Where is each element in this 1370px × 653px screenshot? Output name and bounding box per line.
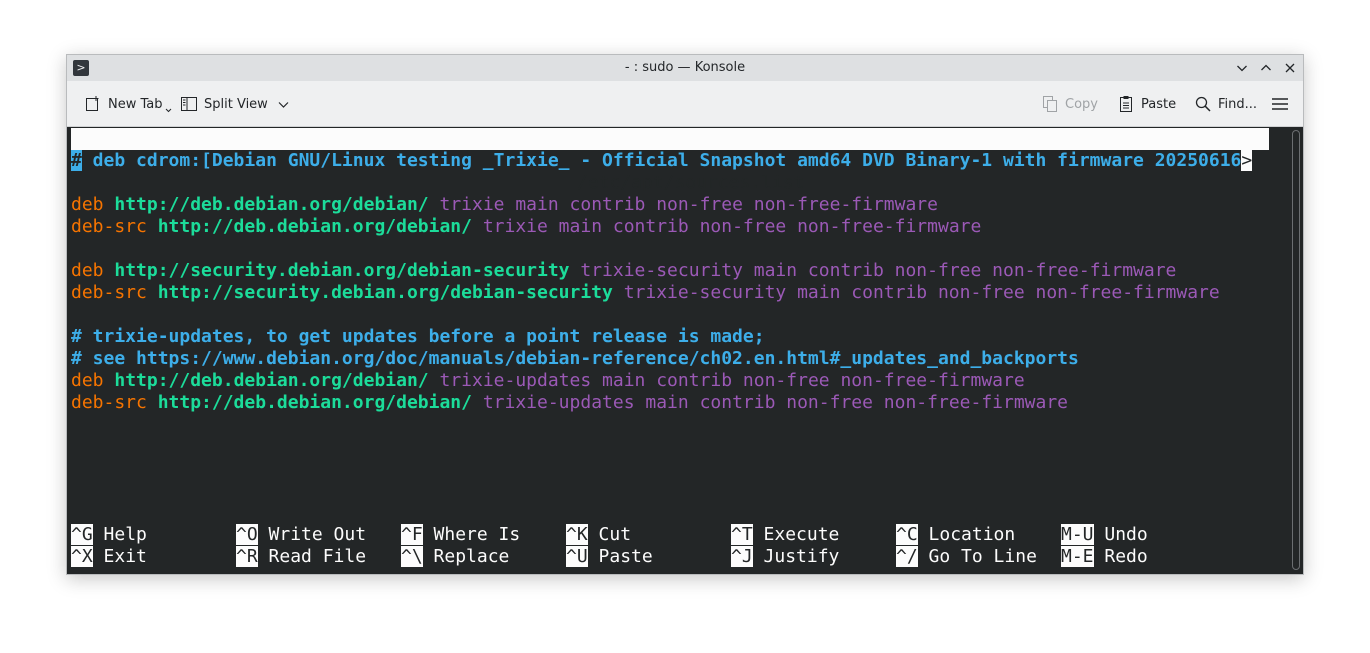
shortcut-location[interactable]: ^C Location	[896, 524, 1015, 546]
text-cursor: #	[71, 150, 82, 171]
source-line-3: deb http://deb.debian.org/debian/ trixie…	[71, 194, 938, 215]
split-view-label: Split View	[204, 96, 268, 112]
new-tab-button[interactable]: New Tab	[84, 81, 172, 127]
paste-button[interactable]: Paste	[1117, 81, 1176, 127]
search-icon	[1195, 96, 1211, 112]
source-line-7: deb-src http://security.debian.org/debia…	[71, 282, 1220, 303]
split-view-icon	[181, 97, 197, 111]
comment-line-10: # see https://www.debian.org/doc/manuals…	[71, 348, 1079, 369]
main-menu-button[interactable]	[1271, 81, 1295, 127]
konsole-window: > - : sudo — Konsole New Tab Split View …	[66, 54, 1304, 575]
copy-button[interactable]: Copy	[1041, 81, 1098, 127]
chevron-down-icon	[1237, 65, 1247, 72]
find-button[interactable]: Find...	[1194, 81, 1257, 127]
shortcut-read-file[interactable]: ^R Read File	[236, 546, 366, 568]
source-line-6: deb http://security.debian.org/debian-se…	[71, 260, 1177, 281]
shortcut-replace[interactable]: ^\ Replace	[401, 546, 509, 568]
find-label: Find...	[1218, 96, 1258, 112]
nano-header: GNU nano 8.4 /etc/apt/sources.list	[71, 128, 1269, 193]
copy-icon	[1043, 96, 1057, 112]
terminal-area[interactable]: GNU nano 8.4 /etc/apt/sources.list # deb…	[67, 127, 1289, 574]
title-bar[interactable]: > - : sudo — Konsole	[67, 55, 1303, 81]
shortcut-where-is[interactable]: ^F Where Is	[401, 524, 520, 546]
maximize-button[interactable]	[1257, 59, 1275, 77]
paste-label: Paste	[1141, 96, 1177, 112]
shortcut-justify[interactable]: ^J Justify	[731, 546, 839, 568]
shortcut-execute[interactable]: ^T Execute	[731, 524, 839, 546]
chevron-up-icon	[1261, 64, 1271, 71]
chevron-down-icon	[278, 101, 289, 108]
close-button[interactable]	[1281, 59, 1299, 77]
split-view-button[interactable]: Split View	[180, 81, 295, 127]
new-tab-icon	[86, 96, 99, 111]
source-line-4: deb-src http://deb.debian.org/debian/ tr…	[71, 216, 982, 237]
shortcut-cut[interactable]: ^K Cut	[566, 524, 631, 546]
shortcut-go-to-line[interactable]: ^/ Go To Line	[896, 546, 1037, 568]
hamburger-menu-icon	[1272, 98, 1288, 110]
close-icon	[1285, 63, 1295, 73]
terminal-scrollbar[interactable]	[1289, 127, 1303, 574]
toolbar: New Tab Split View Copy Paste Find...	[67, 81, 1303, 127]
shortcut-help[interactable]: ^G Help	[71, 524, 147, 546]
nano-filename: /etc/apt/sources.list	[577, 172, 805, 193]
window-title: - : sudo — Konsole	[624, 60, 746, 75]
line-continues-marker: >	[1241, 150, 1253, 171]
scrollbar-thumb[interactable]	[1292, 130, 1300, 570]
source-line-1: # deb cdrom:[Debian GNU/Linux testing _T…	[71, 150, 1253, 171]
source-line-12: deb-src http://deb.debian.org/debian/ tr…	[71, 392, 1069, 413]
source-line-11: deb http://deb.debian.org/debian/ trixie…	[71, 370, 1025, 391]
shortcut-write-out[interactable]: ^O Write Out	[236, 524, 366, 546]
shortcut-redo[interactable]: M-E Redo	[1061, 546, 1148, 568]
chevron-down-icon	[165, 108, 171, 112]
shortcut-exit[interactable]: ^X Exit	[71, 546, 147, 568]
minimize-button[interactable]	[1233, 59, 1251, 77]
new-tab-label: New Tab	[108, 96, 163, 112]
shortcut-paste[interactable]: ^U Paste	[566, 546, 653, 568]
copy-label: Copy	[1065, 96, 1098, 112]
comment-line-9: # trixie-updates, to get updates before …	[71, 326, 765, 347]
paste-icon	[1120, 96, 1132, 112]
shortcut-undo[interactable]: M-U Undo	[1061, 524, 1148, 546]
